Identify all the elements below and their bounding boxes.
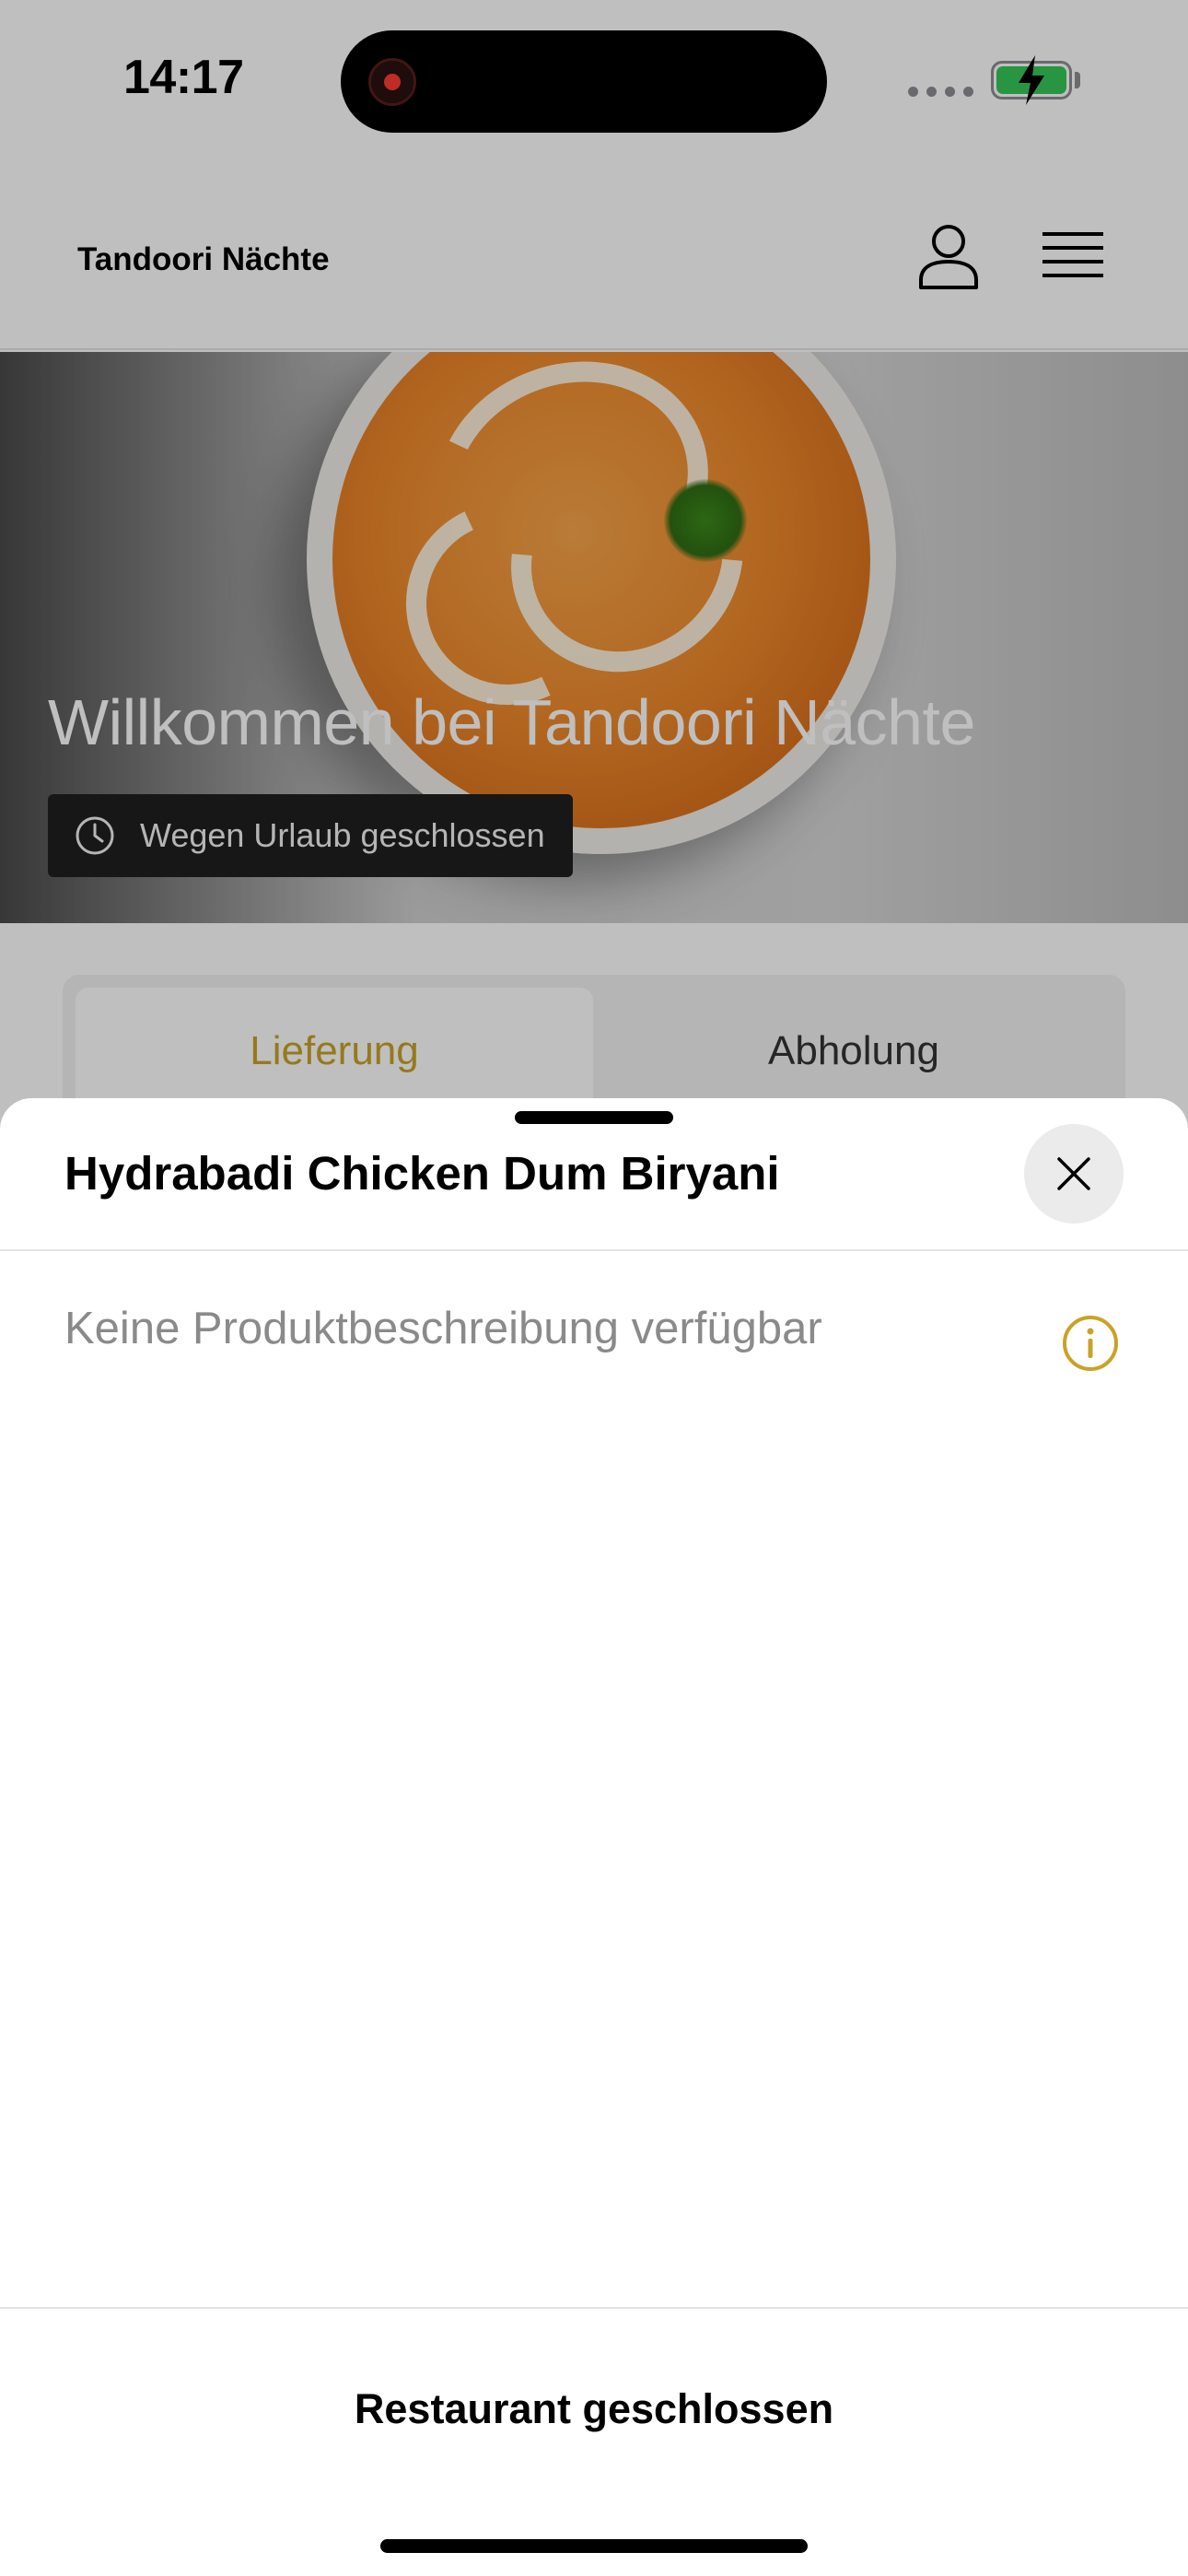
home-indicator[interactable] [380,2539,808,2553]
background-page: 14:17 Tandoori Nächte Willkommen bei Tan… [0,0,1188,1133]
modal-backdrop[interactable] [0,0,1188,1133]
close-icon [1057,1157,1090,1190]
info-icon[interactable] [1061,1314,1120,1373]
sheet-grabber[interactable] [515,1111,673,1124]
close-button[interactable] [1024,1124,1124,1224]
product-detail-sheet: Hydrabadi Chicken Dum Biryani Keine Prod… [0,1098,1188,2576]
product-description: Keine Produktbeschreibung verfügbar [64,1304,822,1353]
divider [0,1249,1188,1251]
product-title: Hydrabadi Chicken Dum Biryani [64,1147,780,1200]
restaurant-closed-button[interactable]: Restaurant geschlossen [0,2359,1188,2460]
footer-divider [0,2307,1188,2309]
